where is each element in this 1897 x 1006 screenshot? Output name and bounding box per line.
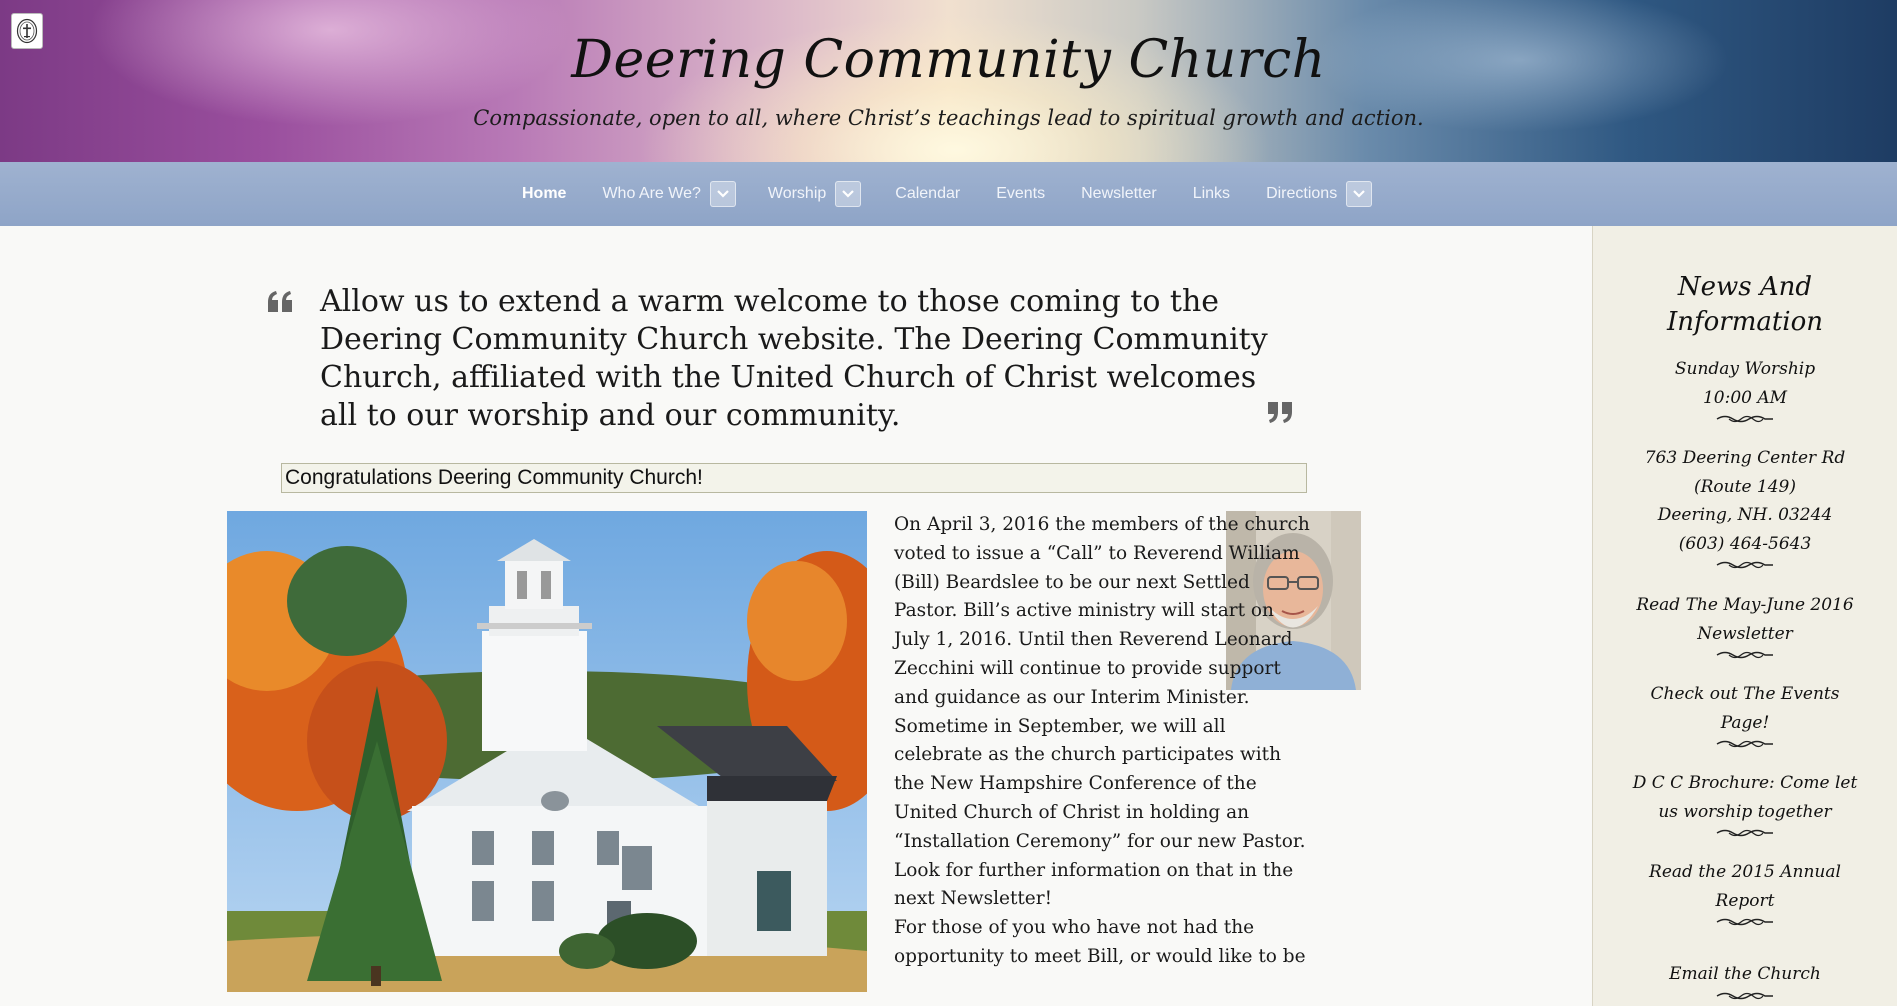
annual-report-link-text[interactable]: Report [1604,887,1886,916]
chevron-down-icon[interactable] [1346,181,1373,207]
newsletter-link-text[interactable]: Read The May-June 2016 [1604,591,1886,620]
worship-day: Sunday Worship [1674,359,1816,379]
sidebar-brochure-link[interactable]: D C C Brochure: Come let us worship toge… [1604,769,1886,840]
email-link-text[interactable]: Email the Church [1604,960,1886,989]
address-city: Deering, NH. 03244 [1657,505,1833,525]
sidebar-events-link[interactable]: Check out The Events Page! [1604,680,1886,751]
address-route: (Route 149) [1694,476,1796,497]
sidebar-newsletter-link[interactable]: Read The May-June 2016 Newsletter [1604,591,1886,662]
nav-item-label: Events [996,185,1046,202]
pastor-announcement: On April 3, 2016 the members of the chur… [894,511,1314,972]
nav-item-label: Home [522,185,567,202]
nav-list: Home Who Are We? Worship Calendar Events… [522,162,1373,226]
close-quote-icon [1266,400,1294,428]
nav-item-who-are-we[interactable]: Who Are We? [602,162,736,226]
site-title[interactable]: Deering Community Church [0,30,1897,90]
nav-item-label: Who Are We? [602,185,701,202]
flourish-divider-icon [1716,561,1773,569]
sidebar-address: 763 Deering Center Rd (Route 149) Deerin… [1604,444,1886,572]
story-paragraph: On April 3, 2016 the members of the chur… [894,514,1310,910]
nav-item-label: Calendar [895,185,961,202]
address-phone[interactable]: (603) 464-5643 [1604,530,1886,559]
sidebar-worship-times: Sunday Worship 10:00 AM [1604,355,1886,426]
sidebar-title-line: Information [1666,307,1824,337]
events-link-text[interactable]: Page! [1604,709,1886,738]
open-quote-icon [266,290,294,318]
annual-report-link-text[interactable]: Read the 2015 Annual [1604,858,1886,887]
sidebar-email-link[interactable]: Email the Church [1604,960,1886,1003]
nav-item-calendar[interactable]: Calendar [895,162,960,226]
flourish-divider-icon [1716,415,1773,423]
site-tagline: Compassionate, open to all, where Christ… [473,106,1424,130]
flourish-divider-icon [1716,740,1773,748]
nav-item-links[interactable]: Links [1193,162,1230,226]
flourish-divider-icon [1716,918,1773,926]
flourish-divider-icon [1716,651,1773,659]
nav-item-label: Directions [1266,185,1338,202]
church-photo [227,511,867,992]
nav-item-home[interactable]: Home [522,162,566,226]
worship-time: 10:00 AM [1702,387,1788,408]
brochure-link-text[interactable]: D C C Brochure: Come let [1604,769,1886,798]
flourish-divider-icon [1716,829,1773,837]
welcome-quote: Allow us to extend a warm welcome to tho… [320,284,1268,433]
story-paragraph: For those of you who have not had the op… [894,917,1306,967]
congrats-heading: Congratulations Deering Community Church… [281,463,1307,493]
nav-item-worship[interactable]: Worship [767,162,862,226]
sidebar-title: News And Information [1604,270,1886,340]
nav-item-label: Links [1192,185,1231,202]
nav-item-newsletter[interactable]: Newsletter [1081,162,1157,226]
site-header: Deering Community Church Compassionate, … [0,0,1897,162]
nav-item-directions[interactable]: Directions [1266,162,1373,226]
newsletter-link-text[interactable]: Newsletter [1604,620,1886,649]
address-street: 763 Deering Center Rd [1644,448,1846,468]
sidebar-title-line: News And [1677,272,1813,302]
chevron-down-icon[interactable] [709,181,736,207]
sidebar-annual-report-link[interactable]: Read the 2015 Annual Report [1604,858,1886,929]
nav-item-label: Worship [767,185,827,202]
nav-item-label: Newsletter [1081,185,1157,202]
brochure-link-text[interactable]: us worship together [1604,798,1886,827]
main-navigation: Home Who Are We? Worship Calendar Events… [0,162,1897,226]
events-link-text[interactable]: Check out The Events [1604,680,1886,709]
chevron-down-icon[interactable] [835,181,862,207]
flourish-divider-icon [1716,992,1773,999]
nav-item-events[interactable]: Events [996,162,1045,226]
